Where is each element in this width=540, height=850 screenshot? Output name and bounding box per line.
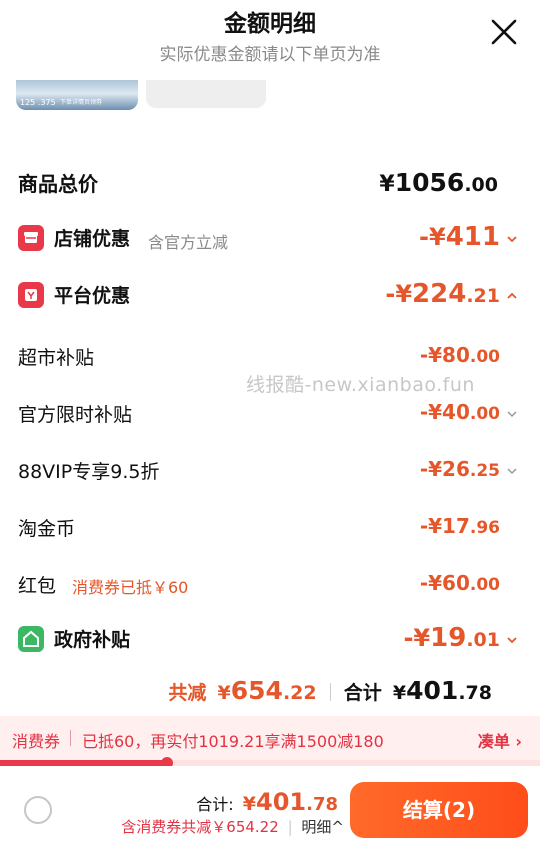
total-amount: 401 <box>406 676 459 705</box>
gov-subsidy-label: 政府补贴 <box>54 629 131 651</box>
divider <box>329 683 331 701</box>
sub-item-amount: -¥60.00 <box>419 571 500 595</box>
product-thumbnail[interactable]: 125 .375 下单详情页领券 <box>16 80 138 110</box>
sub-item-label: 88VIP专享9.5折 <box>18 461 160 483</box>
coupon-bar: 消费券 已抵60，再实付1019.21享满1500减180 凑单 › <box>0 716 540 760</box>
sub-item-row[interactable]: 88VIP专享9.5折 -¥26.25 <box>18 455 517 487</box>
total-label: 合计 <box>343 682 382 704</box>
sub-item-label: 淘金币 <box>18 518 76 540</box>
sub-item-note: 消费券已抵￥60 <box>72 578 189 597</box>
detail-toggle[interactable]: 明细^ <box>301 818 344 836</box>
store-discount-row[interactable]: 店铺优惠 含官方立减 -¥411 <box>18 222 517 258</box>
divider <box>70 730 71 746</box>
sub-item-row: 超市补贴 -¥80.00 <box>18 341 500 373</box>
store-discount-note: 含官方立减 <box>148 233 229 252</box>
reduced-label: 共减 <box>168 682 207 704</box>
store-discount-label: 店铺优惠 <box>54 228 131 250</box>
gov-subsidy-amount: -¥19.01 <box>403 623 500 653</box>
sub-item-amount: -¥40.00 <box>419 400 500 424</box>
goods-total-row: 商品总价 ¥1056.00 <box>18 166 500 202</box>
platform-discount-amount: -¥224.21 <box>385 279 500 309</box>
coupon-text: 已抵60，再实付1019.21享满1500减180 <box>82 732 384 751</box>
checkout-button[interactable]: 结算(2) <box>350 782 528 838</box>
sub-item-amount: -¥26.25 <box>419 457 500 481</box>
platform-icon <box>18 282 44 308</box>
sub-item-row: 红包 消费券已抵￥60 -¥60.00 <box>18 569 500 601</box>
goods-total-amount: ¥1056.00 <box>379 168 498 197</box>
house-icon <box>18 626 44 652</box>
chevron-down-icon[interactable] <box>506 465 518 477</box>
sub-item-label: 超市补贴 <box>18 347 95 369</box>
chevron-down-icon[interactable] <box>506 233 518 245</box>
footer-total-label: 合计: <box>196 795 234 814</box>
coupon-label: 消费券 <box>12 732 61 751</box>
sub-item-amount: -¥80.00 <box>419 343 500 367</box>
chevron-down-icon[interactable] <box>506 634 518 646</box>
platform-discount-label: 平台优惠 <box>54 285 131 307</box>
select-all-checkbox[interactable] <box>24 796 52 824</box>
page-subtitle: 实际优惠金额请以下单页为准 <box>159 45 381 65</box>
footer-detail: 含消费券共减￥654.22 | 明细^ <box>121 818 344 836</box>
sub-item-label: 官方限时补贴 <box>18 404 133 426</box>
sub-item-row[interactable]: 官方限时补贴 -¥40.00 <box>18 398 517 430</box>
discount-summary: 共减 ¥654.22 合计 ¥401.78 <box>168 676 492 705</box>
checkout-footer: 合计: ¥401.78 含消费券共减￥654.22 | 明细^ 结算(2) <box>0 766 540 850</box>
store-icon <box>18 225 44 251</box>
goods-total-label: 商品总价 <box>18 172 98 196</box>
add-items-link[interactable]: 凑单 › <box>478 728 522 752</box>
sub-item-amount: -¥17.96 <box>419 514 500 538</box>
chevron-down-icon[interactable] <box>506 408 518 420</box>
watermark: 线报酷-new.xianbao.fun <box>246 374 475 396</box>
footer-total: 合计: ¥401.78 <box>196 788 338 816</box>
reduced-amount: 654 <box>230 676 283 705</box>
gov-subsidy-row[interactable]: 政府补贴 -¥19.01 <box>18 623 517 659</box>
thumbnail-caption: 下单详情页领券 <box>60 99 103 106</box>
sub-item-row: 淘金币 -¥17.96 <box>18 512 500 544</box>
footer-total-amount: 401 <box>256 788 307 816</box>
platform-discount-row[interactable]: 平台优惠 -¥224.21 <box>18 279 517 315</box>
thumbnail-numbers: 125 .375 <box>20 98 56 107</box>
footer-detail-text: 含消费券共减￥654.22 <box>121 818 279 836</box>
page-title: 金额明细 <box>224 11 316 37</box>
chevron-up-icon[interactable] <box>506 290 518 302</box>
close-icon[interactable] <box>490 18 518 46</box>
product-thumbnail[interactable] <box>146 80 266 108</box>
header: 金额明细 实际优惠金额请以下单页为准 <box>0 0 540 80</box>
store-discount-amount: -¥411 <box>419 222 500 252</box>
sub-item-label: 红包 <box>18 575 57 597</box>
